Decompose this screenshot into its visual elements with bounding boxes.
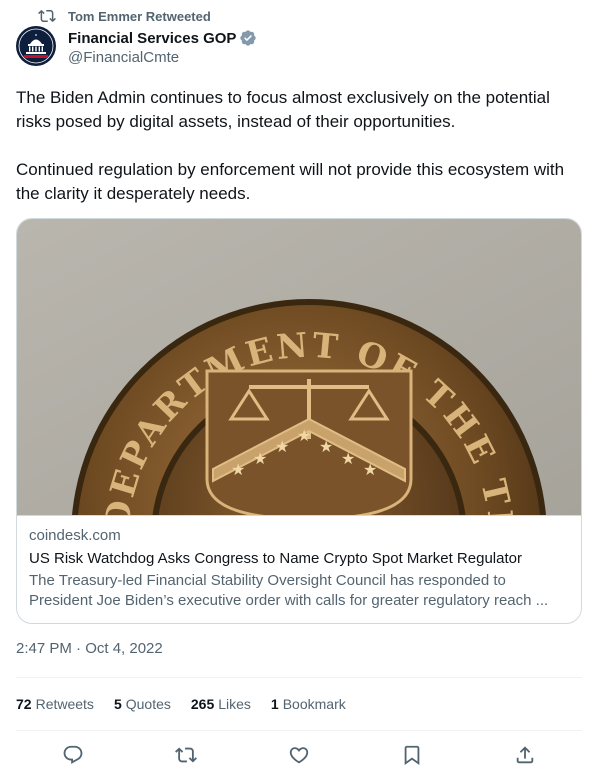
divider [16,730,582,731]
svg-text:★: ★ [363,460,377,479]
retweets-stat[interactable]: 72 Retweets [16,696,94,712]
likes-stat[interactable]: 265 Likes [191,696,251,712]
verified-badge-icon [240,30,257,46]
retweet-icon [38,9,56,23]
bookmark-button[interactable] [401,744,423,766]
svg-text:★: ★ [297,426,311,445]
reply-button[interactable] [62,744,84,766]
retweet-indicator[interactable]: Tom Emmer Retweeted [38,7,211,25]
treasury-seal-image: DEPARTMENT OF THE TREASURY ★★★ ★★★ ★ [17,219,581,515]
tweet-text: The Biden Admin continues to focus almos… [16,86,582,206]
author-handle[interactable]: @FinancialCmte [68,49,257,66]
quotes-stat[interactable]: 5 Quotes [114,696,171,712]
engagement-stats: 72 Retweets 5 Quotes 265 Likes 1 Bookmar… [16,692,366,716]
tweet-paragraph: Continued regulation by enforcement will… [16,160,565,203]
capitol-logo-icon [16,26,56,66]
tweet-paragraph: The Biden Admin continues to focus almos… [16,88,550,131]
share-button[interactable] [514,744,536,766]
svg-text:★: ★ [275,437,289,456]
svg-text:★: ★ [319,437,333,456]
svg-text:★: ★ [341,449,355,468]
card-title: US Risk Watchdog Asks Congress to Name C… [29,550,522,567]
retweet-text: Tom Emmer Retweeted [68,8,211,24]
retweet-icon [175,747,197,763]
action-bar [16,734,582,774]
tweet-author: Financial Services GOP @FinancialCmte [16,26,257,66]
svg-text:★: ★ [231,460,245,479]
svg-text:★: ★ [253,449,267,468]
card-domain: coindesk.com [29,527,121,544]
card-description: The Treasury-led Financial Stability Ove… [29,572,549,609]
like-button[interactable] [288,744,310,766]
tweet-timestamp[interactable]: 2:47 PM · Oct 4, 2022 [16,640,163,657]
bookmark-icon [404,745,420,766]
reply-icon [63,745,83,764]
bookmarks-stat[interactable]: 1 Bookmark [271,696,346,712]
like-icon [289,747,309,764]
retweet-button[interactable] [175,744,197,766]
share-icon [516,746,534,764]
avatar[interactable] [16,26,56,66]
divider [16,677,582,678]
link-card[interactable]: DEPARTMENT OF THE TREASURY ★★★ ★★★ ★ coi… [16,218,582,624]
author-name[interactable]: Financial Services GOP [68,30,236,47]
